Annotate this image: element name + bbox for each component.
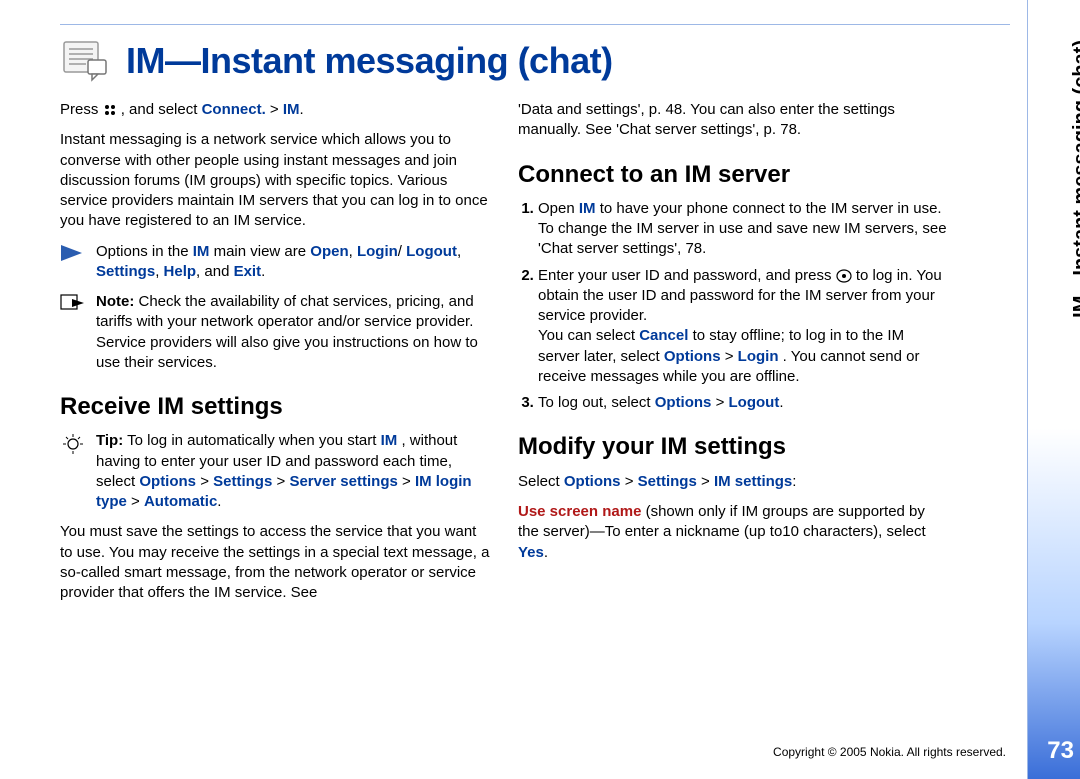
options-label: Options [139, 473, 196, 490]
text: : [792, 473, 796, 490]
page-number: 73 [1047, 737, 1074, 765]
options-label: Options [564, 473, 621, 490]
settings-option: Settings [96, 263, 155, 280]
text: > [716, 394, 729, 411]
yes-label: Yes [518, 544, 544, 561]
text: To log in automatically when you start [127, 432, 380, 449]
text: > [725, 348, 738, 365]
text: To log out, select [538, 394, 655, 411]
scroll-key-icon [836, 269, 852, 283]
tip-label: Tip: [96, 432, 123, 449]
menu-key-icon [103, 103, 117, 117]
text: main view are [214, 243, 311, 260]
intro-paragraph: Instant messaging is a network service w… [60, 130, 490, 231]
page-content: IM—Instant messaging (chat) Press , and … [60, 40, 1020, 760]
options-label: Options [664, 348, 721, 365]
text: Press [60, 101, 103, 118]
text: > [701, 473, 714, 490]
two-column-layout: Press , and select Connect. > IM. Instan… [60, 100, 1020, 613]
open-option: Open [310, 243, 348, 260]
text: , [155, 263, 163, 280]
chat-document-icon [60, 40, 108, 82]
text: / [398, 243, 402, 260]
top-rule [60, 24, 1010, 25]
text: . [779, 394, 783, 411]
login-label: Login [738, 348, 779, 365]
automatic-label: Automatic [144, 493, 217, 510]
connect-steps: Open IM to have your phone connect to th… [518, 199, 948, 414]
text: , and [196, 263, 234, 280]
cancel-label: Cancel [639, 327, 688, 344]
side-tab: IM—Instant messaging (chat) 73 [1027, 0, 1080, 779]
page-title: IM—Instant messaging (chat) [126, 40, 613, 82]
text: > [625, 473, 638, 490]
arrow-list-icon [60, 244, 86, 262]
press-line: Press , and select Connect. > IM. [60, 100, 490, 120]
side-tab-label: IM—Instant messaging (chat) [1070, 40, 1080, 318]
settings-label: Settings [213, 473, 272, 490]
login-option: Login [357, 243, 398, 260]
text: , [457, 243, 461, 260]
text: You can select [538, 327, 639, 344]
settings-label: Settings [638, 473, 697, 490]
right-column: 'Data and settings', p. 48. You can also… [518, 100, 948, 613]
note-block: Note: Check the availability of chat ser… [60, 292, 490, 373]
text: . [261, 263, 265, 280]
text: . [544, 544, 548, 561]
receive-heading: Receive IM settings [60, 391, 490, 423]
step-1: Open IM to have your phone connect to th… [538, 199, 948, 260]
note-arrow-icon [60, 294, 86, 312]
text: Options in the [96, 243, 193, 260]
save-settings-paragraph: You must save the settings to access the… [60, 522, 490, 603]
note-body: Check the availability of chat services,… [96, 293, 478, 371]
text: to have your phone connect to the IM ser… [538, 200, 947, 258]
options-label: Options [655, 394, 712, 411]
im-settings-label: IM settings [714, 473, 792, 490]
logout-option: Logout [406, 243, 457, 260]
note-label: Note: [96, 293, 134, 310]
text: > [272, 473, 289, 490]
use-screen-name-paragraph: Use screen name (shown only if IM groups… [518, 502, 948, 563]
text: > [127, 493, 144, 510]
server-settings-label: Server settings [289, 473, 397, 490]
text: . [217, 493, 221, 510]
left-column: Press , and select Connect. > IM. Instan… [60, 100, 490, 613]
text: Select [518, 473, 564, 490]
tip-bulb-icon [60, 433, 86, 451]
im-label: IM [381, 432, 398, 449]
copyright-line: Copyright © 2005 Nokia. All rights reser… [773, 745, 1006, 759]
use-screen-name-label: Use screen name [518, 503, 641, 520]
text: > [270, 101, 283, 118]
text: . [300, 101, 304, 118]
text: , [349, 243, 357, 260]
text: , and select [121, 101, 202, 118]
exit-option: Exit [234, 263, 262, 280]
logout-label: Logout [729, 394, 780, 411]
step-3: To log out, select Options > Logout. [538, 393, 948, 413]
text: Open [538, 200, 579, 217]
continuation-paragraph: 'Data and settings', p. 48. You can also… [518, 100, 948, 141]
modify-heading: Modify your IM settings [518, 431, 948, 463]
text: > [196, 473, 213, 490]
im-link: IM [283, 101, 300, 118]
text: > [398, 473, 415, 490]
tip-block: Tip: To log in automatically when you st… [60, 431, 490, 512]
options-list-block: Options in the IM main view are Open, Lo… [60, 242, 490, 283]
step-2: Enter your user ID and password, and pre… [538, 266, 948, 388]
im-label: IM [579, 200, 596, 217]
text: Enter your user ID and password, and pre… [538, 267, 836, 284]
connect-link: Connect. [202, 101, 266, 118]
modify-select-line: Select Options > Settings > IM settings: [518, 472, 948, 492]
help-option: Help [164, 263, 197, 280]
connect-heading: Connect to an IM server [518, 159, 948, 191]
im-label: IM [193, 243, 210, 260]
title-row: IM—Instant messaging (chat) [60, 40, 1020, 82]
